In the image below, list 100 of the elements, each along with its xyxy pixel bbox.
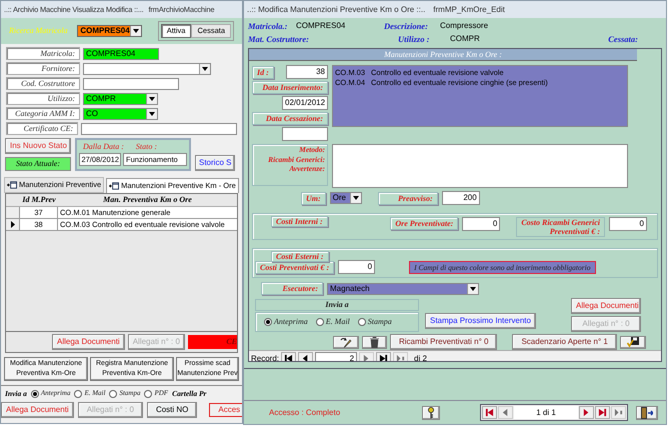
- attach-documents-button[interactable]: Allega Documenti: [1, 402, 74, 418]
- field-label: Preavviso:: [378, 192, 438, 204]
- description-label: Descrizione:: [383, 20, 429, 33]
- field-label: Matricola:: [6, 47, 80, 60]
- previous-icon: [301, 354, 310, 361]
- print-next-button[interactable]: Stampa Prossimo Intervento: [425, 313, 536, 329]
- trash-icon: [370, 336, 379, 348]
- first-record-icon: [485, 408, 494, 417]
- usage-value: COMPR: [449, 32, 481, 44]
- radio-button[interactable]: [264, 318, 272, 326]
- field-label: Esecutore:: [261, 282, 323, 295]
- field-label: Cod. Costruttore: [6, 77, 80, 90]
- new-state-button[interactable]: Ins Nuovo Stato: [5, 138, 71, 154]
- new-record-icon: [614, 408, 623, 417]
- form-name: frmMP_KmOre_Edit: [433, 4, 505, 16]
- save-icon: [626, 336, 639, 348]
- description-value: Compressore: [440, 20, 490, 32]
- history-button[interactable]: Storico S: [195, 155, 236, 171]
- edit-button[interactable]: [333, 336, 359, 348]
- open-schedule-button[interactable]: Scadenzario Aperte n° 1: [512, 334, 617, 350]
- new-record-icon: [396, 354, 406, 361]
- field-label: Costo Ricambi Generici Preventivati € :: [516, 217, 605, 237]
- dropdown-button[interactable]: [199, 64, 210, 74]
- serial-value: COMPRES04: [295, 20, 346, 32]
- dropdown-button[interactable]: [146, 94, 157, 104]
- record-label: Record:: [251, 353, 280, 361]
- input-field[interactable]: [81, 122, 237, 134]
- dropdown-button[interactable]: [146, 108, 157, 118]
- combo-box[interactable]: CO: [83, 108, 158, 120]
- record-nav-button[interactable]: [376, 352, 392, 361]
- date-field[interactable]: [282, 127, 328, 141]
- record-nav-button[interactable]: [281, 352, 296, 361]
- builder-label: Mat. Costruttore:: [248, 33, 310, 46]
- last-record-icon: [598, 408, 607, 417]
- key-icon: [427, 406, 435, 418]
- radio-label: Stampa: [368, 316, 392, 328]
- field-label: Certificato CE:: [6, 122, 78, 135]
- ceased-label: Cessata:: [607, 33, 639, 46]
- caret-icon: [352, 196, 359, 200]
- last-record-icon: [379, 354, 388, 361]
- executor-combo[interactable]: Magnatech: [327, 282, 479, 294]
- costs-button[interactable]: Costi NO: [146, 402, 198, 418]
- input-field[interactable]: [83, 78, 179, 90]
- field-label: Costi Interni :: [271, 216, 328, 227]
- field-label: Costi Esterni :: [271, 251, 329, 262]
- edit-icon: [340, 336, 352, 348]
- input-field[interactable]: 0: [462, 217, 500, 231]
- input-field[interactable]: COMPRES04: [83, 48, 159, 60]
- send-label: Invia a: [255, 299, 419, 311]
- save-button[interactable]: [620, 336, 646, 348]
- field-label: Id :: [252, 66, 274, 78]
- caret-icon: [149, 96, 155, 100]
- radio-button[interactable]: [30, 390, 39, 398]
- field-label: Um:: [301, 192, 326, 204]
- caret-icon: [470, 286, 476, 290]
- ceased-banner: CE: [188, 335, 237, 349]
- usage-label: Utilizzo :: [397, 33, 430, 46]
- dropdown-button[interactable]: [130, 26, 141, 36]
- record-nav-button[interactable]: [298, 352, 314, 361]
- radio-button[interactable]: [74, 390, 82, 398]
- form-icon: [7, 181, 17, 189]
- first-record-icon: [284, 354, 294, 361]
- exit-button[interactable]: [636, 406, 658, 420]
- planned-parts-button[interactable]: Ricambi Preventivati n° 0: [390, 334, 498, 350]
- attach-documents-button[interactable]: Allega Documenti: [52, 334, 125, 350]
- date-field[interactable]: 02/01/2012: [282, 96, 328, 110]
- state-label: Stato :: [136, 141, 157, 153]
- radio-button[interactable]: [109, 390, 118, 398]
- delete-button[interactable]: [362, 336, 387, 348]
- previous-icon: [501, 408, 510, 417]
- dropdown-button[interactable]: [350, 193, 361, 203]
- radio-button[interactable]: [316, 318, 324, 326]
- input-field[interactable]: 0: [338, 260, 376, 274]
- record-number-field[interactable]: 2: [315, 352, 358, 361]
- serial-label: Matricola.:: [248, 20, 288, 33]
- field-label: Categoria AMM I:: [6, 107, 80, 120]
- current-row-icon: [10, 221, 14, 228]
- radio-button[interactable]: [144, 390, 152, 398]
- search-combo[interactable]: COMPRES04: [77, 25, 142, 37]
- field-label: Ore Preventivate:: [390, 217, 458, 230]
- field-label: Data Inserimento:: [252, 81, 328, 94]
- unit-combo[interactable]: Ore: [330, 192, 362, 204]
- caret-icon: [149, 112, 155, 116]
- input-field[interactable]: 0: [609, 217, 647, 231]
- radio-label: Anteprima: [274, 316, 308, 328]
- input-field[interactable]: 38: [286, 65, 328, 79]
- combo-box[interactable]: COMPR: [83, 92, 158, 104]
- row-selector[interactable]: [6, 219, 20, 230]
- access-status: Accesso : Completo: [269, 406, 342, 418]
- radio-button[interactable]: [358, 318, 366, 326]
- column-header: Id M.Prev: [21, 194, 57, 206]
- input-field[interactable]: 200: [442, 191, 480, 205]
- window-title: ..:: Modifica Manutenzioni Preventive Km o Ore ::..: [247, 4, 426, 16]
- attach-documents-button[interactable]: Allega Documenti: [571, 298, 641, 314]
- current-state-label: Stato Attuale:: [5, 157, 71, 171]
- exit-door-icon: [641, 406, 653, 418]
- field-label: Fornitore:: [6, 62, 80, 75]
- help-button[interactable]: [422, 406, 440, 420]
- dropdown-button[interactable]: [467, 284, 478, 294]
- notes-field[interactable]: [332, 144, 628, 188]
